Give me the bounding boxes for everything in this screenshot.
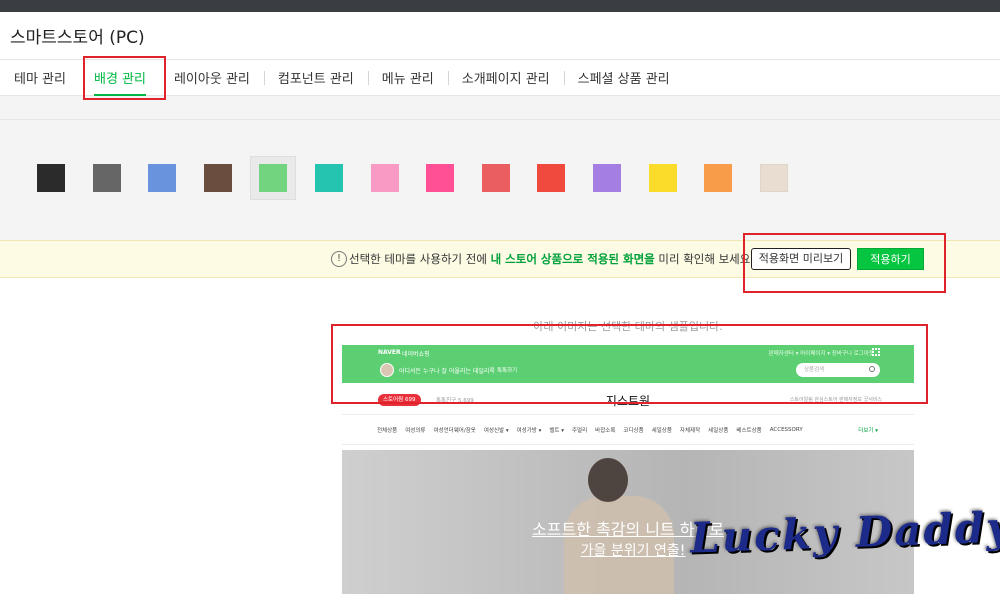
tab-intro-page[interactable]: 소개페이지 관리 xyxy=(447,60,564,96)
top-system-bar xyxy=(0,0,1000,12)
tab-label: 테마 관리 xyxy=(14,72,66,87)
sample-side-info: 스토어알림 관심스토어 판매자정보 굿서비스 xyxy=(789,397,882,403)
grid-menu-icon xyxy=(872,348,880,356)
color-swatch[interactable] xyxy=(426,164,454,192)
color-swatch[interactable] xyxy=(315,164,343,192)
notice-text: 선택한 테마를 사용하기 전에 내 스토어 상품으로 적용된 화면을 미리 확인… xyxy=(349,251,754,267)
sample-search-placeholder: 상품검색 xyxy=(804,367,825,373)
sample-category-item: 여성가방 ▾ xyxy=(516,427,542,434)
sample-category-item: 주얼리 xyxy=(571,427,588,434)
tab-label: 소개페이지 관리 xyxy=(461,72,550,87)
sample-talk-link: 톡톡하기 xyxy=(497,368,518,374)
sample-naver-logo: NAVER xyxy=(378,349,401,356)
tab-label: 레이아웃 관리 xyxy=(173,72,250,87)
color-swatch[interactable] xyxy=(371,164,399,192)
color-swatch[interactable] xyxy=(704,164,732,192)
tab-special-product[interactable]: 스페셜 상품 관리 xyxy=(563,60,684,96)
sample-category-item: 베스트상품 xyxy=(736,427,762,434)
tab-label: 메뉴 관리 xyxy=(381,72,434,87)
sample-category-item: 여성의류 xyxy=(405,427,426,434)
watermark-signature: Lucky Daddy xyxy=(689,502,1000,563)
sample-category-item: 코디상품 xyxy=(623,427,644,434)
color-swatch[interactable] xyxy=(259,164,287,192)
color-swatch[interactable] xyxy=(649,164,677,192)
sample-more-link: 더보기 ▾ xyxy=(858,427,878,434)
tab-background[interactable]: 배경 관리 xyxy=(80,60,160,96)
color-swatch[interactable] xyxy=(37,164,65,192)
exclamation-circle-icon: ! xyxy=(331,251,347,267)
sample-store-row: 스토어찜 699 톡톡친구 5,699 지스트원 스토어알림 관심스토어 판매자… xyxy=(342,383,914,415)
sample-green-header: NAVER 네이버쇼핑 판매자센터 ▾ 마이페이지 ▾ 장바구니 로그아웃 어디… xyxy=(342,345,914,383)
sample-category-item: 세일상품 xyxy=(651,427,672,434)
preview-notice-bar: ! 선택한 테마를 사용하기 전에 내 스토어 상품으로 적용된 화면을 미리 … xyxy=(0,240,1000,278)
tab-component[interactable]: 컴포넌트 관리 xyxy=(263,60,368,96)
tab-menu[interactable]: 메뉴 관리 xyxy=(367,60,448,96)
sample-category-item: ACCESSORY xyxy=(769,426,803,433)
sample-slogan: 어디서든 누구나 잘 어울리는 데일리룩 xyxy=(399,368,495,375)
page-title: 스마트스토어 (PC) xyxy=(0,12,1000,60)
color-swatch[interactable] xyxy=(93,164,121,192)
avatar xyxy=(380,363,394,377)
color-swatch[interactable] xyxy=(537,164,565,192)
color-swatch[interactable] xyxy=(204,164,232,192)
background-color-palette xyxy=(0,120,1000,240)
tab-bar: 테마 관리 배경 관리 레이아웃 관리 컴포넌트 관리 메뉴 관리 소개페이지 … xyxy=(0,60,1000,96)
notice-text-before: 선택한 테마를 사용하기 전에 xyxy=(349,252,491,266)
page-title-text: 스마트스토어 (PC) xyxy=(10,28,145,48)
search-icon xyxy=(869,366,875,372)
sample-category-item: 여성언더웨어/잠옷 xyxy=(433,427,476,434)
notice-text-after: 미리 확인해 보세요. xyxy=(654,252,754,266)
sample-header-menu: 판매자센터 ▾ 마이페이지 ▾ 장바구니 로그아웃 xyxy=(768,351,874,357)
color-swatch[interactable] xyxy=(593,164,621,192)
tab-layout[interactable]: 레이아웃 관리 xyxy=(160,60,264,96)
sample-category-item: 벨트 ▾ xyxy=(549,427,564,434)
tab-label: 스페셜 상품 관리 xyxy=(577,72,670,87)
sample-category-item: 바잡소록 xyxy=(595,427,616,434)
section-divider-band xyxy=(0,96,1000,120)
apply-button[interactable]: 적용하기 xyxy=(857,248,924,270)
sample-category-item: 세일상품 xyxy=(708,427,729,434)
sample-search-input: 상품검색 xyxy=(796,363,880,377)
tab-theme[interactable]: 테마 관리 xyxy=(12,60,80,96)
sample-category-item: 자체제작 xyxy=(679,427,701,434)
notice-text-highlight: 내 스토어 상품으로 적용된 화면을 xyxy=(490,252,655,266)
color-swatch[interactable] xyxy=(148,164,176,192)
color-swatch[interactable] xyxy=(482,164,510,192)
sample-caption: 아래 이미지는 선택한 테마의 샘플입니다. xyxy=(533,320,723,333)
color-swatch[interactable] xyxy=(760,164,788,192)
tab-label: 컴포넌트 관리 xyxy=(277,72,354,87)
hero-model-hair xyxy=(588,458,628,502)
sample-shopping-label: 네이버쇼핑 xyxy=(402,351,430,358)
sample-category-item: 여성신발 ▾ xyxy=(483,427,509,434)
preview-applied-screen-button[interactable]: 적용화면 미리보기 xyxy=(751,248,851,270)
tab-label: 배경 관리 xyxy=(93,72,146,87)
sample-category-nav: 전체상품 여성의류 여성언더웨어/잠옷 여성신발 ▾ 여성가방 ▾ 벨트 ▾ 주얼리 바잡소록… xyxy=(342,415,914,445)
active-tab-underline xyxy=(93,93,146,96)
sample-category-item: 전체상품 xyxy=(377,427,398,434)
